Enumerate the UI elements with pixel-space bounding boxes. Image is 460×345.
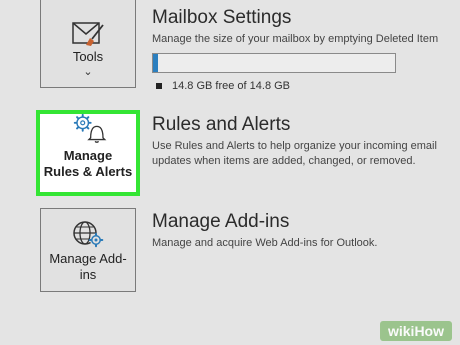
rules-alerts-title: Rules and Alerts [152, 114, 291, 135]
envelope-brush-icon [72, 22, 104, 46]
bullet-square-icon [156, 83, 162, 90]
manage-addins-button[interactable]: Manage Add- ins [40, 208, 136, 292]
manage-addins-title: Manage Add-ins [152, 211, 290, 232]
mailbox-quota-fill [153, 54, 158, 72]
gear-bell-icon [73, 114, 107, 143]
mailbox-settings-title: Mailbox Settings [152, 7, 292, 28]
globe-gear-icon [73, 221, 104, 248]
tools-button[interactable]: Tools ⌄ [40, 0, 136, 88]
wikihow-watermark: wikiHow [379, 321, 452, 341]
chevron-down-icon: ⌄ [83, 66, 93, 78]
manage-addins-label-line1: Manage Add- [49, 251, 127, 266]
mailbox-quota-bar [152, 53, 396, 73]
mailbox-quota-row: 14.8 GB free of 14.8 GB [156, 80, 290, 92]
mailbox-settings-description: Manage the size of your mailbox by empty… [152, 33, 439, 45]
manage-rules-label-line2: Rules & Alerts [43, 164, 133, 179]
rules-alerts-description: Use Rules and Alerts to help organize yo… [152, 140, 437, 167]
manage-rules-label-line1: Manage [63, 148, 113, 163]
manage-addins-label-line2: ins [79, 267, 97, 282]
manage-addins-description: Manage and acquire Web Add-ins for Outlo… [152, 237, 378, 249]
manage-rules-alerts-button[interactable]: Manage Rules & Alerts [36, 110, 140, 196]
mailbox-quota-text: 14.8 GB free of 14.8 GB [172, 80, 291, 92]
tools-label: Tools [72, 49, 104, 64]
